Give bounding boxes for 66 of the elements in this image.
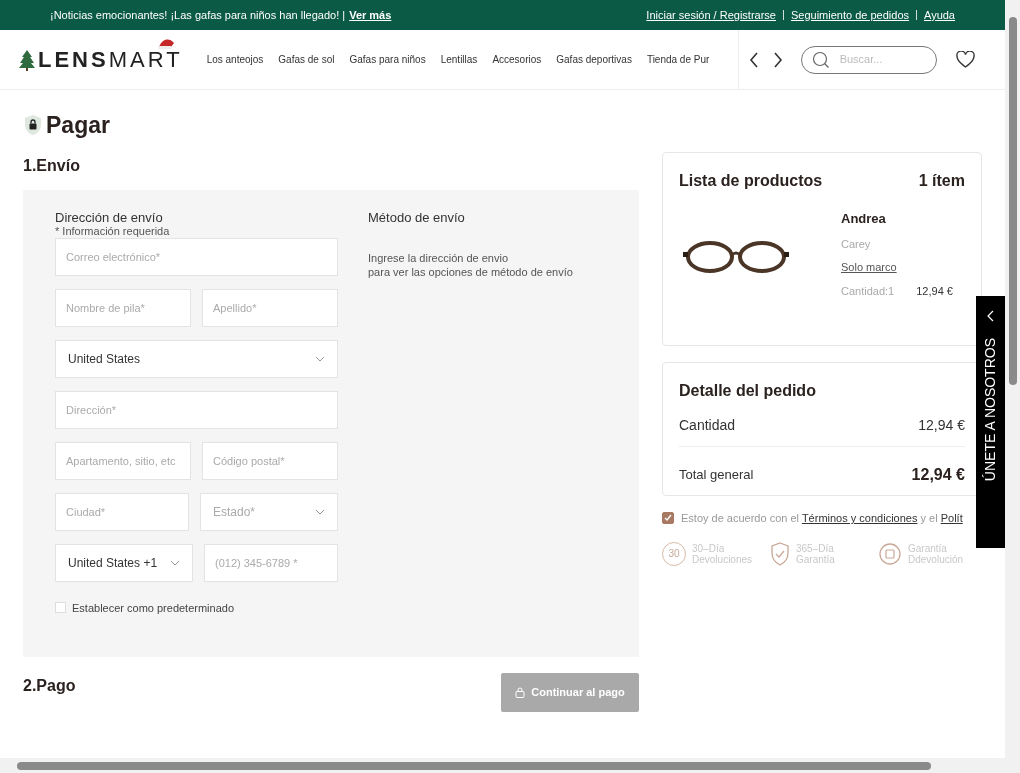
nav-link[interactable]: Accesorios [492, 52, 542, 67]
page-title: Pagar [46, 111, 110, 140]
top-link[interactable]: Seguimiento de pedidos [790, 6, 909, 24]
glasses-icon [683, 239, 789, 275]
logo[interactable]: LENS MART [19, 43, 183, 76]
nav-link[interactable]: Gafas para niños [349, 52, 426, 67]
chevron-down-icon [315, 508, 325, 515]
input-field[interactable]: Código postal* [202, 441, 338, 480]
top-link[interactable]: Iniciar sesión / Registrarse [646, 6, 776, 24]
method-note: Ingrese la dirección de envio para ver las opciones de método de envío [368, 250, 573, 279]
card-title: Detalle del pedido [679, 382, 816, 399]
see-more-link[interactable]: Ver más [349, 6, 392, 24]
section-heading: 2.Pago [23, 675, 76, 696]
policy-link[interactable]: Polít [940, 512, 963, 524]
nav-link[interactable]: Gafas de sol [278, 52, 335, 67]
coin-icon [878, 541, 902, 566]
input-field[interactable]: Ciudad* [55, 492, 189, 531]
product-variant: Carey [841, 236, 872, 252]
join-us-tab[interactable]: ÚNETE A NOSOTROS [976, 296, 1005, 548]
input-field[interactable]: (012) 345-6789 * [204, 543, 338, 582]
nav-link[interactable]: Tienda de Pur [646, 52, 710, 67]
horizontal-scrollbar[interactable] [0, 758, 1020, 773]
card-title: Lista de productos [679, 171, 823, 191]
product-quantity: Cantidad:1 [841, 283, 895, 299]
lens-link[interactable]: Solo marco [841, 259, 953, 276]
heart-icon[interactable] [955, 51, 975, 68]
method-title: Método de envío [368, 209, 466, 225]
address-title: Dirección de envío [55, 209, 164, 225]
chevron-down-icon [170, 559, 180, 566]
input-field[interactable]: Apellido* [202, 288, 338, 327]
required-note: * Información requerida [55, 224, 171, 238]
santa-hat-icon [157, 37, 177, 49]
section-heading: 1.Envío [23, 155, 81, 176]
summary-value: 12,94 € [918, 416, 965, 435]
select-field[interactable]: United States +1 [55, 543, 193, 582]
chevron-down-icon [315, 355, 325, 362]
summary-label: Cantidad [679, 416, 736, 435]
search-field[interactable]: Buscar... [839, 51, 920, 68]
default-checkbox[interactable]: Establecer como predeterminado [55, 599, 338, 616]
lock-icon [515, 686, 526, 698]
lock-shield-icon [23, 114, 43, 137]
tree-icon [19, 48, 35, 71]
terms-link[interactable]: Términos y condiciones [801, 512, 918, 524]
summary-value: 12,94 € [911, 465, 965, 485]
announcement-text: ¡Noticias emocionantes! ¡Las gafas para niños han llegado! | [50, 7, 346, 23]
input-field[interactable]: Nombre de pila* [55, 288, 191, 327]
select-field[interactable]: United States [55, 339, 338, 378]
input-field[interactable]: Dirección* [55, 390, 338, 429]
product-name: Andrea [841, 210, 887, 228]
terms-text: Estoy de acuerdo con el Términos y condiciones y el Polít [681, 511, 963, 526]
search-icon [811, 50, 830, 69]
vertical-scrollbar[interactable] [1005, 0, 1020, 758]
nav-link[interactable]: Los anteojos [206, 52, 264, 67]
item-count: 1 ítem [918, 171, 965, 191]
nav-link[interactable]: Lentillas [440, 52, 478, 67]
input-field[interactable]: Apartamento, sitio, etc [55, 441, 191, 480]
nav-link[interactable]: Gafas deportivas [556, 52, 632, 67]
chevron-left-icon [987, 310, 994, 322]
top-link[interactable]: Ayuda [924, 6, 955, 24]
product-price: 12,94 € [916, 283, 953, 299]
terms-checkbox[interactable] [662, 512, 674, 525]
chevron-right-icon[interactable] [772, 51, 783, 68]
input-field[interactable]: Correo electrónico* [55, 237, 338, 276]
summary-label: Total general [679, 466, 754, 485]
shield-check-icon [770, 541, 790, 566]
chevron-left-icon[interactable] [748, 51, 759, 68]
